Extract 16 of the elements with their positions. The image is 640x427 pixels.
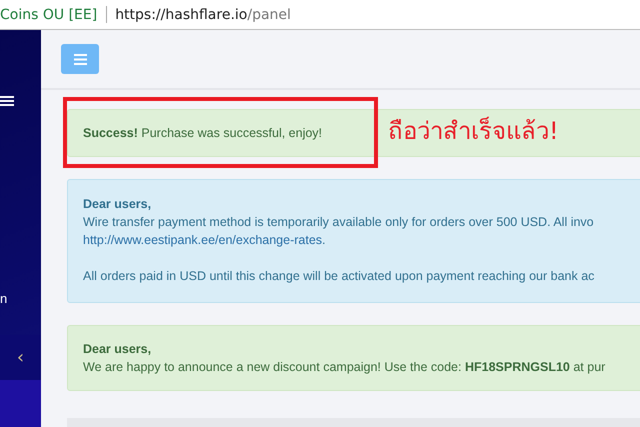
menu-icon[interactable]	[0, 96, 14, 106]
annotation-text: ถือว่าสำเร็จแล้ว!	[388, 116, 559, 147]
sidebar-footer	[0, 380, 41, 427]
alert-text: http://www.eestipank.ee/en/exchange-rates.	[83, 232, 326, 249]
alert-text: We are happy to announce a new discount campaign! Use the code: HF18SPRNGSL10 at pur	[83, 359, 606, 376]
link[interactable]: http://www.eestipank.ee/en/exchange-rates	[83, 233, 322, 247]
alert-text: Success! Purchase was successful, enjoy!	[83, 125, 322, 142]
alert-title: Dear users,	[83, 196, 152, 213]
sidebar-label[interactable]: n	[0, 292, 8, 306]
alert-title: Dear users,	[83, 341, 152, 358]
collapse-button[interactable]: ‹	[12, 348, 28, 368]
site-identity: Coins OU [EE]	[0, 6, 98, 22]
url-text: https://hashflare.io/panel	[115, 6, 291, 22]
alert-text: All orders paid in USD until this change will be activated upon payment reaching our bank ac	[83, 268, 594, 285]
menu-icon	[74, 54, 86, 64]
alert-text: Wire transfer payment method is temporarily available only for orders over 500 USD. All invo	[83, 214, 594, 231]
